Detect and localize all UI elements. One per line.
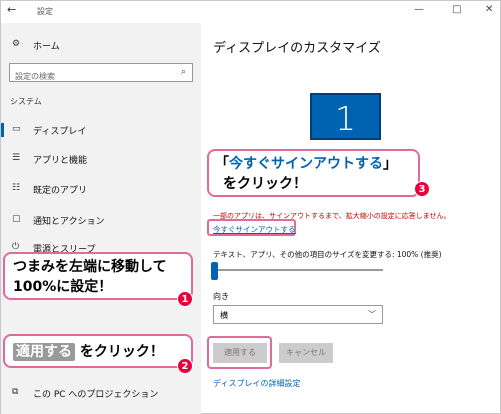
sidebar-item-display[interactable]: ▭ ディスプレイ — [1, 119, 201, 141]
projection-icon: ⧉ — [12, 387, 19, 397]
callout-signout-line2: をクリック！ — [223, 176, 307, 192]
orientation-label: 向き — [213, 292, 229, 301]
sidebar-item-label: アプリと機能 — [33, 156, 88, 166]
display-icon: ▭ — [12, 124, 21, 134]
sidebar-item-label: 通知とアクション — [33, 217, 105, 227]
callout-slider: つまみを左端に移動して 100%に設定！ — [3, 252, 193, 300]
title-bar: ← 設定 — □ ✕ — [1, 1, 501, 23]
callout-apply: 適用する をクリック！ — [3, 334, 193, 368]
step-badge-1: 1 — [177, 291, 193, 307]
close-icon[interactable]: ✕ — [485, 4, 493, 15]
search-input[interactable] — [10, 68, 170, 85]
sidebar-item-apps[interactable]: ☰ アプリと機能 — [1, 148, 201, 170]
monitor-preview[interactable]: 1 — [310, 93, 381, 140]
back-arrow-icon[interactable]: ← — [7, 3, 16, 16]
sidebar-item-label: 既定のアプリ — [33, 186, 88, 196]
signout-link[interactable]: 今すぐサインアウトする — [213, 224, 296, 235]
callout-signout: 「今すぐサインアウトする」 をクリック！ — [207, 149, 420, 197]
callout-apply-text: をクリック！ — [79, 344, 164, 360]
gear-icon: ⚙ — [12, 39, 21, 49]
sidebar-item-home[interactable]: ⚙ ホーム — [1, 34, 201, 56]
search-box[interactable]: ⌕ — [9, 63, 193, 85]
callout-bracket-close: 」 — [383, 156, 397, 172]
step-badge-2: 2 — [177, 358, 193, 374]
sidebar-item-notifications[interactable]: ▢ 通知とアクション — [1, 209, 201, 231]
callout-slider-line1: つまみを左端に移動して — [13, 259, 167, 275]
step-badge-3: 3 — [414, 181, 430, 197]
callout-apply-line: 適用する をクリック！ — [13, 343, 164, 361]
apps-list-icon: ☰ — [12, 153, 21, 163]
minimize-icon[interactable]: — — [414, 4, 424, 15]
scale-slider-track[interactable] — [215, 269, 383, 271]
power-icon: ⏻ — [12, 242, 20, 252]
callout-signout-line1: 「今すぐサインアウトする」 — [215, 155, 397, 173]
sidebar-item-projection[interactable]: ⧉ この PC へのプロジェクション — [1, 382, 201, 404]
notifications-icon: ▢ — [12, 214, 21, 224]
sidebar-item-label: この PC へのプロジェクション — [33, 390, 159, 400]
search-icon[interactable]: ⌕ — [181, 67, 186, 77]
chevron-down-icon: ﹀ — [368, 310, 376, 319]
advanced-display-link[interactable]: ディスプレイの詳細設定 — [213, 378, 300, 389]
sidebar-item-label: ディスプレイ — [33, 127, 87, 137]
sidebar-item-label: ホーム — [33, 42, 60, 52]
sidebar-item-default-apps[interactable]: ☷ 既定のアプリ — [1, 178, 201, 200]
apply-button[interactable]: 適用する — [213, 343, 267, 363]
cancel-button[interactable]: キャンセル — [279, 343, 333, 363]
maximize-icon[interactable]: □ — [452, 4, 461, 15]
scale-label: テキスト、アプリ、その他の項目のサイズを変更する: 100% (推奨) — [213, 250, 442, 259]
monitor-number: 1 — [335, 99, 356, 138]
orientation-value: 横 — [220, 311, 228, 320]
callout-bracket-open: 「 — [215, 156, 229, 172]
default-apps-icon: ☷ — [12, 183, 21, 193]
callout-slider-line2: 100%に設定！ — [13, 279, 113, 295]
callout-signout-highlight: 今すぐサインアウトする — [229, 156, 383, 172]
orientation-select[interactable]: 横 ﹀ — [213, 305, 383, 324]
scale-slider-thumb[interactable] — [211, 262, 218, 280]
page-title: ディスプレイのカスタマイズ — [213, 41, 381, 56]
settings-window: ← 設定 — □ ✕ ⚙ ホーム ⌕ システム ▭ ディスプレイ ☰ アプリと機… — [0, 0, 501, 414]
callout-apply-chip: 適用する — [13, 343, 75, 361]
section-label: システム — [10, 97, 42, 106]
window-title: 設定 — [37, 7, 53, 16]
main-panel: ディスプレイのカスタマイズ 1 一部のアプリは、サインアウトするまで、拡大縮小の… — [201, 23, 501, 414]
selection-indicator — [1, 123, 4, 137]
